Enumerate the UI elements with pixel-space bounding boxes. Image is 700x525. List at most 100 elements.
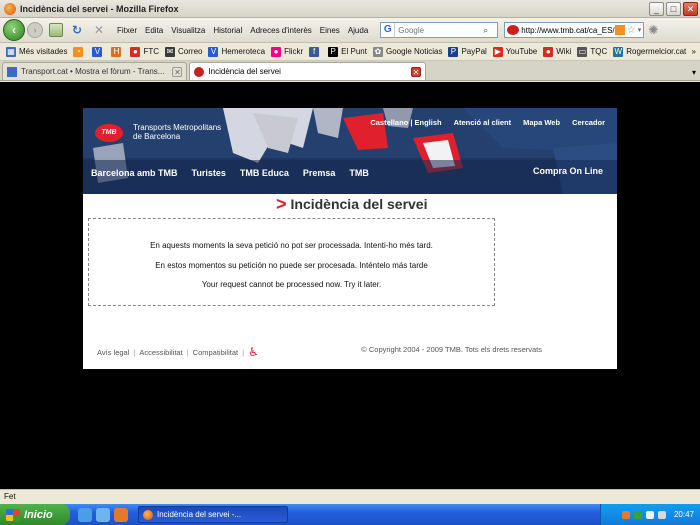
message-english: Your request cannot be processed now. Tr… [201, 280, 382, 289]
bookmark-item[interactable]: ✉ Correo [165, 46, 203, 57]
bookmark-item[interactable]: ● Wiki [543, 46, 571, 57]
bookmark-icon: H [111, 46, 122, 57]
firefox-quick-icon[interactable] [114, 507, 128, 522]
bookmark-icon: W [613, 46, 624, 57]
bookmarks-overflow-icon[interactable]: » [692, 47, 696, 56]
nav-compra-online[interactable]: Compra On Line [533, 166, 603, 176]
tray-update-icon[interactable] [621, 510, 630, 519]
tab-list-icon[interactable]: ▾ [692, 68, 696, 77]
start-button[interactable]: Inicio [0, 504, 70, 525]
search-input[interactable] [395, 25, 484, 35]
tab-close-icon[interactable]: ✕ [172, 66, 183, 77]
bookmark-icon: ▦ [6, 46, 16, 57]
status-bar: Fet [0, 489, 700, 504]
system-tray: 20:47 [600, 504, 700, 525]
bookmark-icon: ▶ [492, 46, 503, 57]
link-languages[interactable]: Castellano | English [370, 118, 441, 127]
ie-icon[interactable] [78, 507, 92, 522]
tab-transport[interactable]: Transport.cat • Mostra el fòrum - Trans.… [2, 62, 188, 80]
bookmark-item[interactable]: P PayPal [448, 46, 487, 57]
org-name-line1: Transports Metropolitans [133, 123, 222, 132]
bookmark-icon: ● [543, 46, 554, 57]
bookmark-item[interactable]: H [111, 46, 124, 57]
link-accessibilitat[interactable]: Accessibilitat [139, 348, 182, 357]
bookmarks-toolbar: ▦ Més visitades ◔ V H ● FTC ✉ Correo V Hemeroteca ●… [0, 43, 700, 61]
nav-tmb-educa[interactable]: TMB Educa [240, 168, 289, 178]
throbber-icon: ✺ [648, 23, 659, 37]
close-button[interactable]: ✕ [683, 1, 698, 16]
nav-turistes[interactable]: Turistes [192, 168, 226, 178]
separator: | [242, 347, 245, 357]
url-dropdown-icon[interactable]: ▾ [638, 26, 642, 34]
bookmark-icon: V [92, 46, 103, 57]
taskbar-firefox-window[interactable]: Incidència del servei -... [138, 506, 288, 523]
bookmark-item[interactable]: ◔ [73, 46, 86, 57]
tab-label: Incidència del servei [208, 67, 281, 76]
maximize-button[interactable]: □ [666, 1, 681, 16]
menu-edita[interactable]: Edita [145, 26, 163, 35]
search-icon[interactable]: ⌕ [483, 25, 497, 36]
bookmark-item[interactable]: ▭ TQC [577, 46, 607, 57]
link-mapa-web[interactable]: Mapa Web [523, 118, 560, 127]
navigation-toolbar: ‹ › ↻ ✕ Fitxer Edita Visualitza Historia… [0, 18, 700, 43]
bookmark-label: Google Noticias [385, 47, 443, 56]
tab-close-icon[interactable]: ✕ [410, 66, 421, 77]
bookmark-item[interactable]: P El Punt [328, 46, 367, 57]
bookmark-icon: ✿ [372, 46, 383, 57]
bookmark-icon: ▭ [577, 46, 588, 57]
quick-launch [78, 507, 128, 522]
accessibility-icon[interactable]: ♿ [248, 345, 262, 359]
bookmark-item[interactable]: ● Flickr [271, 46, 303, 57]
bookmark-item[interactable]: V [92, 46, 105, 57]
page-viewport: TMB Transports Metropolitans de Barcelon… [0, 82, 700, 489]
forward-button[interactable]: › [27, 22, 43, 38]
tray-signal-icon[interactable] [645, 510, 654, 519]
top-links: Castellano | English Atenció al client M… [370, 118, 605, 127]
bookmark-item[interactable]: W Rogermelcior.cat [613, 46, 686, 57]
copyright: © Copyright 2004 - 2009 TMB. Tots els dr… [361, 345, 542, 354]
bookmark-item[interactable]: ▦ Més visitades [6, 46, 68, 57]
link-atencio-client[interactable]: Atenció al client [454, 118, 512, 127]
tab-strip: Transport.cat • Mostra el fòrum - Trans.… [0, 61, 700, 81]
tray-volume-icon[interactable] [657, 510, 666, 519]
tray-network-icon[interactable] [633, 510, 642, 519]
bookmark-label: Correo [178, 47, 203, 56]
tmb-logo[interactable]: TMB [95, 124, 123, 142]
menu-historial[interactable]: Historial [213, 26, 242, 35]
url-bar: ☆ ▾ [504, 22, 645, 38]
bookmark-item[interactable]: V Hemeroteca [208, 46, 265, 57]
url-input[interactable] [521, 25, 615, 35]
link-avis-legal[interactable]: Avís legal [97, 348, 129, 357]
menu-visualitza[interactable]: Visualitza [171, 26, 205, 35]
menu-adreces[interactable]: Adreces d'interès [250, 26, 312, 35]
bookmark-item[interactable]: f [309, 46, 322, 57]
bookmark-label: Més visitades [19, 47, 68, 56]
page-title-text: Incidència del servei [290, 196, 428, 212]
back-button[interactable]: ‹ [3, 19, 25, 41]
reload-button[interactable]: ↻ [69, 22, 85, 38]
minimize-button[interactable]: _ [649, 1, 664, 16]
menu-eines[interactable]: Eines [320, 26, 340, 35]
stop-button[interactable]: ✕ [91, 22, 107, 38]
window-title: Incidència del servei - Mozilla Firefox [20, 3, 179, 14]
link-compatibilitat[interactable]: Compatibilitat [193, 348, 238, 357]
bookmark-item[interactable]: ✿ Google Noticias [372, 46, 443, 57]
page-title: > Incidència del servei [276, 194, 427, 214]
new-tab-icon[interactable] [49, 23, 63, 37]
menu-ajuda[interactable]: Ajuda [348, 26, 368, 35]
tab-favicon-icon [194, 66, 205, 77]
google-icon[interactable]: G [381, 23, 396, 37]
menu-fitxer[interactable]: Fitxer [117, 26, 137, 35]
bookmark-star-icon[interactable]: ☆ [627, 25, 636, 36]
nav-premsa[interactable]: Premsa [303, 168, 336, 178]
nav-tmb[interactable]: TMB [349, 168, 369, 178]
bookmark-icon: ● [130, 46, 141, 57]
nav-barcelona[interactable]: Barcelona amb TMB [91, 168, 178, 178]
bookmark-item[interactable]: ● FTC [130, 46, 159, 57]
link-cercador[interactable]: Cercador [572, 118, 605, 127]
bookmark-icon: f [309, 46, 320, 57]
rss-icon[interactable] [614, 25, 625, 35]
desktop-icon[interactable] [96, 507, 110, 522]
bookmark-item[interactable]: ▶ YouTube [492, 46, 537, 57]
tab-incidencia[interactable]: Incidència del servei ✕ [189, 62, 426, 80]
